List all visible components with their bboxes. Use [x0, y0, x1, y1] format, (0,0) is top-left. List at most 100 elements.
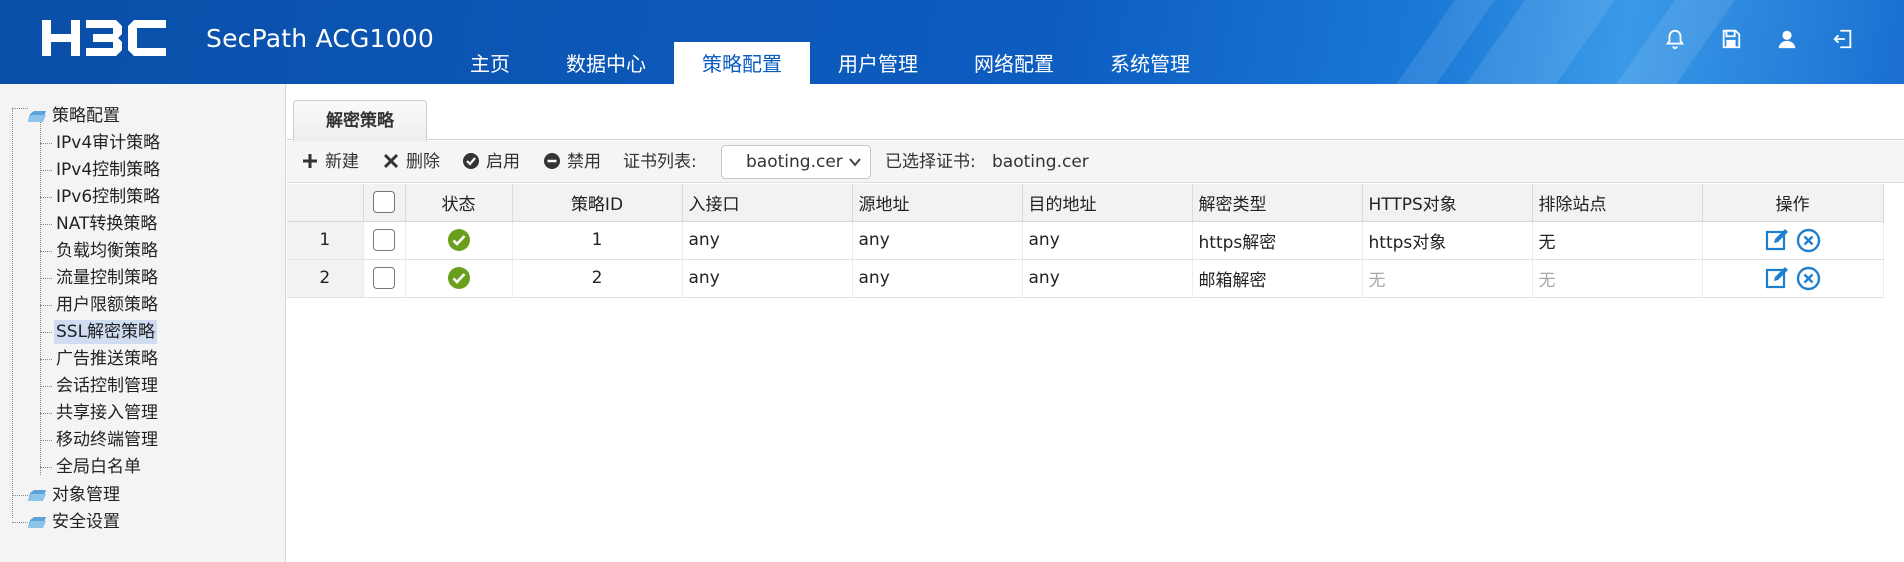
save-icon[interactable] — [1716, 24, 1746, 54]
folder-icon — [28, 111, 46, 122]
row-checkbox[interactable] — [373, 229, 395, 251]
tree-item-label: 流量控制策略 — [56, 268, 158, 288]
nav-tab-home[interactable]: 主页 — [442, 42, 538, 84]
enabled-check-icon[interactable] — [447, 266, 471, 290]
edit-icon[interactable] — [1765, 228, 1790, 253]
edit-icon[interactable] — [1765, 266, 1790, 291]
selected-cert-value: baoting.cer — [992, 152, 1089, 172]
tree-line — [40, 251, 52, 252]
header-https-object[interactable]: HTTPS对象 — [1362, 184, 1533, 222]
status-cell — [405, 221, 513, 260]
row-checkbox[interactable] — [373, 267, 395, 289]
close-icon — [383, 153, 399, 169]
table-row[interactable]: 1 1 any any any https解密 https对象 无 — [287, 221, 1884, 260]
tree-line — [40, 359, 52, 360]
header-policy-id[interactable]: 策略ID — [512, 184, 683, 222]
header-decrypt-type[interactable]: 解密类型 — [1192, 184, 1363, 222]
destination-cell: any — [1022, 259, 1193, 298]
nav-tab-policy-config[interactable]: 策略配置 — [674, 42, 810, 84]
nav-tab-network-config[interactable]: 网络配置 — [946, 42, 1082, 84]
new-button[interactable]: 新建 — [301, 141, 359, 183]
tree-item-label: 全局白名单 — [56, 457, 141, 477]
enable-button[interactable]: 启用 — [462, 141, 520, 183]
tree-line — [40, 305, 52, 306]
select-all-checkbox[interactable] — [373, 191, 395, 214]
header-destination[interactable]: 目的地址 — [1022, 184, 1193, 222]
enable-button-label: 启用 — [486, 152, 520, 172]
enabled-check-icon[interactable] — [447, 228, 471, 252]
header-select-all — [363, 184, 406, 222]
header-in-interface[interactable]: 入接口 — [682, 184, 853, 222]
decrypt-type-cell: https解密 — [1192, 221, 1363, 260]
in-interface-cell: any — [682, 259, 853, 298]
https-object-cell: https对象 — [1362, 221, 1533, 260]
policy-id-cell: 1 — [512, 221, 683, 260]
decrypt-type-cell: 邮箱解密 — [1192, 259, 1363, 298]
header-status[interactable]: 状态 — [405, 184, 513, 222]
bell-icon[interactable] — [1660, 24, 1690, 54]
actions-cell — [1702, 259, 1884, 298]
product-name: SecPath ACG1000 — [206, 24, 434, 53]
cert-select-value: baoting.cer — [746, 152, 843, 172]
tree-line — [40, 440, 52, 441]
h3c-logo — [42, 20, 166, 56]
exclude-sites-cell: 无 — [1532, 221, 1703, 260]
nav-tab-data-center[interactable]: 数据中心 — [538, 42, 674, 84]
cert-list-label: 证书列表: — [623, 152, 697, 172]
nav-tab-system-management[interactable]: 系统管理 — [1082, 42, 1218, 84]
tree-group-label: 对象管理 — [52, 485, 120, 505]
cert-select[interactable]: baoting.cer — [721, 145, 871, 179]
delete-circle-icon[interactable] — [1796, 266, 1821, 291]
tree-line — [12, 495, 28, 496]
source-cell: any — [852, 221, 1023, 260]
folder-icon — [28, 517, 46, 528]
selected-cert-label: 已选择证书: — [885, 152, 976, 172]
actions-cell — [1702, 221, 1884, 260]
tree-line — [40, 170, 52, 171]
content-tabbar: 解密策略 — [287, 84, 1904, 141]
policy-id-cell: 2 — [512, 259, 683, 298]
action-toolbar: 新建 删除 启用 禁用 证书列表: baoting.cer 已选择证书: bao… — [287, 141, 1904, 183]
sidebar: 策略配置 IPv4审计策略 IPv4控制策略 IPv6控制策略 NAT转换策略 … — [0, 84, 286, 562]
tree-item-label: 移动终端管理 — [56, 430, 158, 450]
tree-line — [40, 143, 52, 144]
table-row[interactable]: 2 2 any any any 邮箱解密 无 无 — [287, 259, 1884, 298]
tree-item-label: IPv6控制策略 — [56, 187, 161, 207]
row-number: 1 — [287, 221, 364, 260]
table-header-row: 状态 策略ID 入接口 源地址 目的地址 解密类型 HTTPS对象 排除站点 操… — [287, 184, 1884, 222]
check-circle-icon — [463, 153, 479, 169]
chevron-down-icon — [849, 158, 861, 167]
tree-group-label: 策略配置 — [52, 106, 120, 126]
tree-item-label: IPv4控制策略 — [56, 160, 161, 180]
header-exclude-sites[interactable]: 排除站点 — [1532, 184, 1703, 222]
delete-button[interactable]: 删除 — [382, 141, 440, 183]
tree-item-label: 负载均衡策略 — [56, 241, 158, 261]
row-select-cell — [363, 259, 406, 298]
tree-line — [40, 413, 52, 414]
plus-icon — [303, 154, 317, 168]
destination-cell: any — [1022, 221, 1193, 260]
disable-button-label: 禁用 — [567, 152, 601, 172]
delete-circle-icon[interactable] — [1796, 228, 1821, 253]
main-nav: 主页 数据中心 策略配置 用户管理 网络配置 系统管理 — [442, 42, 1218, 84]
header-actions: 操作 — [1702, 184, 1884, 222]
nav-tab-user-management[interactable]: 用户管理 — [810, 42, 946, 84]
user-icon[interactable] — [1772, 24, 1802, 54]
tree-item-label: 广告推送策略 — [56, 349, 158, 369]
tree-group-label: 安全设置 — [52, 512, 120, 532]
tree-line — [40, 386, 52, 387]
tree-item-label: NAT转换策略 — [56, 214, 158, 234]
https-object-cell: 无 — [1362, 259, 1533, 298]
tree-line — [40, 224, 52, 225]
status-cell — [405, 259, 513, 298]
header-source[interactable]: 源地址 — [852, 184, 1023, 222]
delete-button-label: 删除 — [406, 152, 440, 172]
logout-icon[interactable] — [1828, 24, 1858, 54]
tree-line — [40, 332, 52, 333]
tree-item-label: SSL解密策略 — [54, 320, 158, 344]
disable-button[interactable]: 禁用 — [543, 141, 601, 183]
tree-line — [12, 108, 28, 109]
tree-item-label: 会话控制管理 — [56, 376, 158, 396]
tree-item-label: 用户限额策略 — [56, 295, 158, 315]
tab-decrypt-policy[interactable]: 解密策略 — [293, 100, 427, 141]
